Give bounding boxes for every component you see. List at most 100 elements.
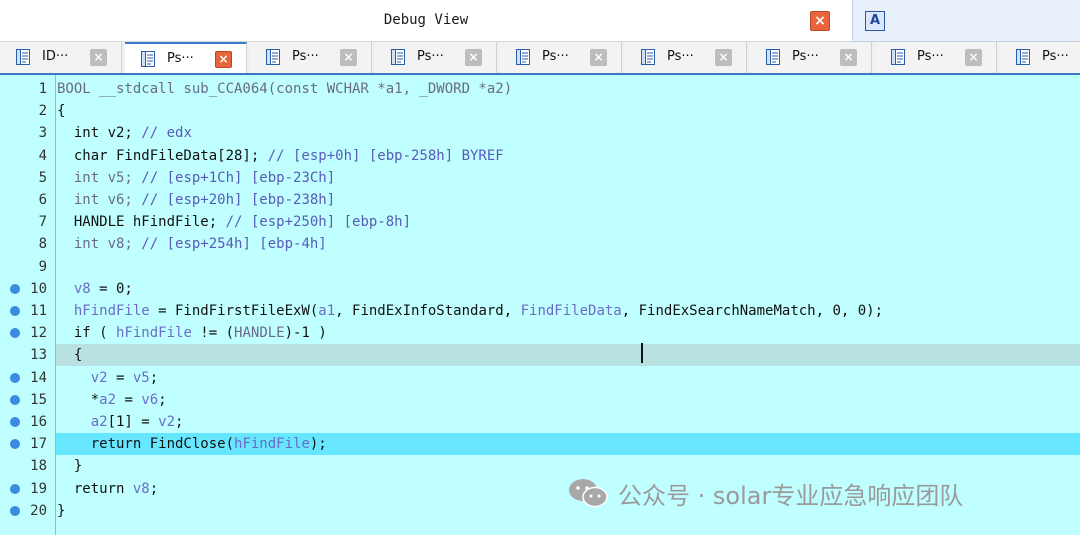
close-icon[interactable]: × (340, 49, 357, 66)
line-number: 11 (30, 303, 47, 319)
code-token: hFindFile (57, 303, 150, 319)
tab-label: Ps··· (417, 49, 444, 64)
code-line[interactable]: 4 char FindFileData[28]; // [esp+0h] [eb… (0, 145, 1080, 167)
tab-label: Ps··· (917, 49, 944, 64)
code-token: = (107, 369, 133, 386)
line-number: 7 (38, 214, 47, 231)
close-icon[interactable]: × (465, 49, 482, 66)
code-text: } (57, 503, 65, 519)
code-token: [1] = (107, 414, 159, 430)
code-token: )-1 ) (284, 325, 327, 342)
code-line[interactable]: 5 int v5; // [esp+1Ch] [ebp-23Ch] (0, 167, 1080, 189)
line-number: 19 (30, 480, 47, 497)
code-token: int v8; (57, 236, 142, 253)
code-line[interactable]: 15 *a2 = v6; (0, 389, 1080, 411)
code-line[interactable]: 17 return FindClose(hFindFile); (0, 433, 1080, 456)
code-line[interactable]: 8 int v8; // [esp+254h] [ebp-4h] (0, 233, 1080, 255)
code-text: char FindFileData[28]; // [esp+0h] [ebp-… (57, 148, 504, 164)
code-token: != ( (191, 325, 235, 342)
close-icon[interactable]: × (965, 49, 982, 66)
code-line[interactable]: 13 { (0, 344, 1080, 367)
secondary-view-tab[interactable]: A (852, 0, 1080, 42)
code-text: { (57, 347, 82, 363)
code-token: } (57, 458, 83, 475)
document-icon (514, 48, 532, 66)
code-line[interactable]: 7 HANDLE hFindFile; // [esp+250h] [ebp-8… (0, 211, 1080, 233)
debug-view-title-tab[interactable]: Debug View × (0, 0, 852, 42)
code-token: ; (149, 480, 159, 497)
line-number: 1 (38, 81, 47, 97)
wechat-icon (568, 477, 608, 509)
code-line[interactable]: 9 (0, 256, 1080, 278)
document-icon (639, 48, 657, 66)
tab-pseudocode-6[interactable]: Ps··· × (750, 42, 872, 73)
code-text: int v6; // [esp+20h] [ebp-238h] (57, 192, 335, 208)
code-token: // edx (141, 125, 192, 142)
line-number: 9 (38, 258, 47, 275)
line-number: 5 (38, 169, 47, 186)
tab-pseudocode-5[interactable]: Ps··· × (625, 42, 747, 73)
code-line[interactable]: 12 if ( hFindFile != (HANDLE)-1 ) (0, 322, 1080, 344)
line-number: 10 (30, 280, 47, 297)
code-token: // [esp+254h] [ebp-4h] (141, 236, 327, 253)
code-text: a2[1] = v2; (57, 414, 184, 430)
line-number: 14 (30, 369, 47, 386)
code-token: int v2; (57, 125, 142, 142)
code-token: hFindFile (234, 436, 310, 453)
code-token: = FindFirstFileExW( (149, 303, 319, 319)
line-number: 16 (30, 414, 47, 430)
close-icon[interactable]: × (715, 49, 732, 66)
close-icon[interactable]: × (215, 51, 232, 68)
code-line[interactable]: 3 int v2; // edx (0, 122, 1080, 144)
tab-pseudocode-7[interactable]: Ps··· × (875, 42, 997, 73)
tab-pseudocode-0[interactable]: ID··· × (0, 42, 122, 73)
close-icon[interactable]: × (590, 49, 607, 66)
code-text: return v8; (57, 481, 158, 497)
tab-label: Ps··· (792, 49, 819, 64)
document-icon (139, 50, 157, 68)
selected-line-highlight (56, 344, 1080, 367)
code-line[interactable]: 2{ (0, 100, 1080, 122)
code-token: BOOL __stdcall sub_CCA064(const WCHAR *a… (57, 81, 513, 97)
code-text: return FindClose(hFindFile); (57, 436, 327, 452)
code-line[interactable]: 10 v8 = 0; (0, 278, 1080, 300)
code-token: int v5; (57, 169, 142, 186)
close-icon[interactable]: × (810, 11, 830, 31)
title-bar: Debug View × A (0, 0, 1080, 42)
code-token: return FindClose( (57, 436, 235, 453)
code-line[interactable]: 6 int v6; // [esp+20h] [ebp-238h] (0, 189, 1080, 211)
code-token: hFindFile (116, 325, 192, 342)
tab-pseudocode-3[interactable]: Ps··· × (375, 42, 497, 73)
code-token: { (57, 103, 66, 120)
tab-pseudocode-1[interactable]: Ps··· × (125, 42, 247, 73)
tab-label: Ps··· (167, 51, 194, 66)
code-token: if ( (57, 325, 117, 342)
watermark-text: 公众号 · solar专业应急响应团队 (618, 481, 964, 510)
code-line[interactable]: 1 BOOL __stdcall sub_CCA064(const WCHAR *… (0, 78, 1080, 100)
close-icon[interactable]: × (840, 49, 857, 66)
code-token: * (57, 391, 100, 408)
code-text: *a2 = v6; (57, 392, 167, 408)
code-text: v2 = v5; (57, 370, 158, 386)
code-token: // [esp+0h] [ebp-258h] BYREF (267, 147, 504, 164)
tab-label: Ps··· (1042, 49, 1069, 64)
text-view-icon: A (865, 11, 885, 31)
document-icon (264, 48, 282, 66)
tab-pseudocode-4[interactable]: Ps··· × (500, 42, 622, 73)
pseudocode-view[interactable]: 1 BOOL __stdcall sub_CCA064(const WCHAR *… (0, 75, 1080, 535)
code-line[interactable]: 16 a2[1] = v2; (0, 411, 1080, 433)
tab-label: Ps··· (292, 49, 319, 64)
tab-pseudocode-2[interactable]: Ps··· × (250, 42, 372, 73)
code-token: HANDLE (234, 325, 285, 342)
document-icon (1014, 48, 1032, 66)
tab-label: Ps··· (667, 49, 694, 64)
code-token: = (116, 391, 142, 408)
line-number: 12 (30, 325, 47, 342)
window-title: Debug View (383, 12, 469, 28)
code-token: return (57, 480, 133, 497)
close-icon[interactable]: × (90, 49, 107, 66)
code-line[interactable]: 11 hFindFile = FindFirstFileExW(a1, Find… (0, 300, 1080, 322)
code-token: a2 (57, 414, 108, 430)
tab-pseudocode-8[interactable]: Ps···× (1000, 42, 1080, 73)
code-line[interactable]: 14 v2 = v5; (0, 367, 1080, 389)
